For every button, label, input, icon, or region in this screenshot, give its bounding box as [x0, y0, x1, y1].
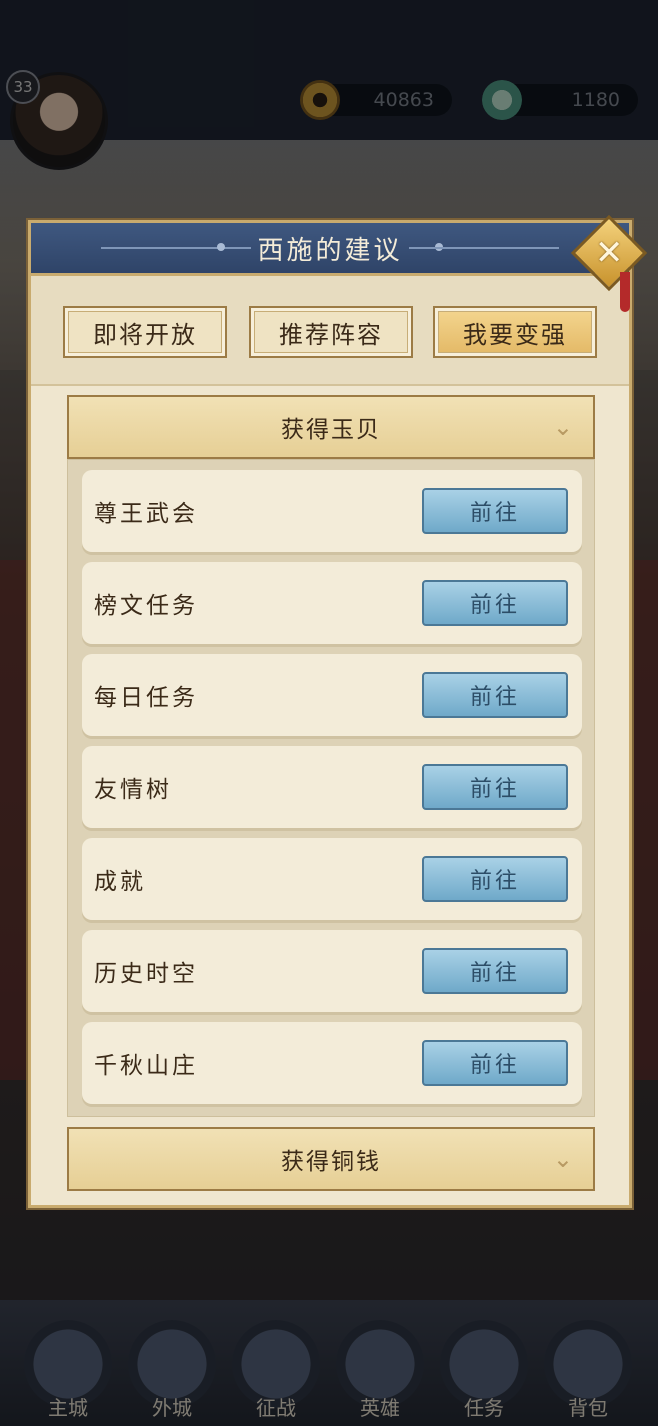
- header-divider-right: [409, 247, 559, 249]
- go-button[interactable]: 前往: [422, 580, 568, 626]
- close-icon: ✕: [594, 233, 624, 273]
- advice-dialog: 西施的建议 即将开放 推荐阵容 我要变强 获得玉贝 ⌄ 尊王武会 前往 榜文任务…: [28, 220, 632, 1208]
- chevron-down-icon: ⌄: [552, 1145, 575, 1173]
- section-header-jade[interactable]: 获得玉贝 ⌄: [67, 395, 595, 459]
- header-dot-left: [217, 243, 225, 251]
- section-title-jade: 获得玉贝: [281, 417, 381, 443]
- list-item: 尊王武会 前往: [82, 470, 582, 552]
- source-label: 榜文任务: [94, 593, 198, 619]
- list-item: 历史时空 前往: [82, 930, 582, 1012]
- tab-recommended-lineup[interactable]: 推荐阵容: [249, 306, 413, 358]
- go-button[interactable]: 前往: [422, 948, 568, 994]
- section-title-copper: 获得铜钱: [281, 1149, 381, 1175]
- go-button[interactable]: 前往: [422, 488, 568, 534]
- go-button[interactable]: 前往: [422, 764, 568, 810]
- go-button[interactable]: 前往: [422, 672, 568, 718]
- dialog-header: 西施的建议: [31, 223, 629, 276]
- source-label: 尊王武会: [94, 501, 198, 527]
- section-header-copper[interactable]: 获得铜钱 ⌄: [67, 1127, 595, 1191]
- chevron-down-icon: ⌄: [552, 413, 575, 441]
- tab-bar: 即将开放 推荐阵容 我要变强: [31, 276, 629, 386]
- jade-source-list: 尊王武会 前往 榜文任务 前往 每日任务 前往 友情树 前往 成就 前往 历史时…: [67, 459, 595, 1117]
- list-item: 每日任务 前往: [82, 654, 582, 736]
- dialog-title: 西施的建议: [257, 235, 403, 266]
- header-divider-left: [101, 247, 251, 249]
- tab-coming-soon[interactable]: 即将开放: [63, 306, 227, 358]
- list-item: 友情树 前往: [82, 746, 582, 828]
- source-label: 成就: [94, 869, 146, 895]
- source-label: 友情树: [94, 777, 172, 803]
- list-item: 榜文任务 前往: [82, 562, 582, 644]
- tab-get-stronger[interactable]: 我要变强: [433, 306, 597, 358]
- list-item: 千秋山庄 前往: [82, 1022, 582, 1104]
- source-label: 千秋山庄: [94, 1053, 198, 1079]
- list-item: 成就 前往: [82, 838, 582, 920]
- tassel-ornament: [620, 272, 630, 312]
- go-button[interactable]: 前往: [422, 1040, 568, 1086]
- go-button[interactable]: 前往: [422, 856, 568, 902]
- source-label: 历史时空: [94, 961, 198, 987]
- source-label: 每日任务: [94, 685, 198, 711]
